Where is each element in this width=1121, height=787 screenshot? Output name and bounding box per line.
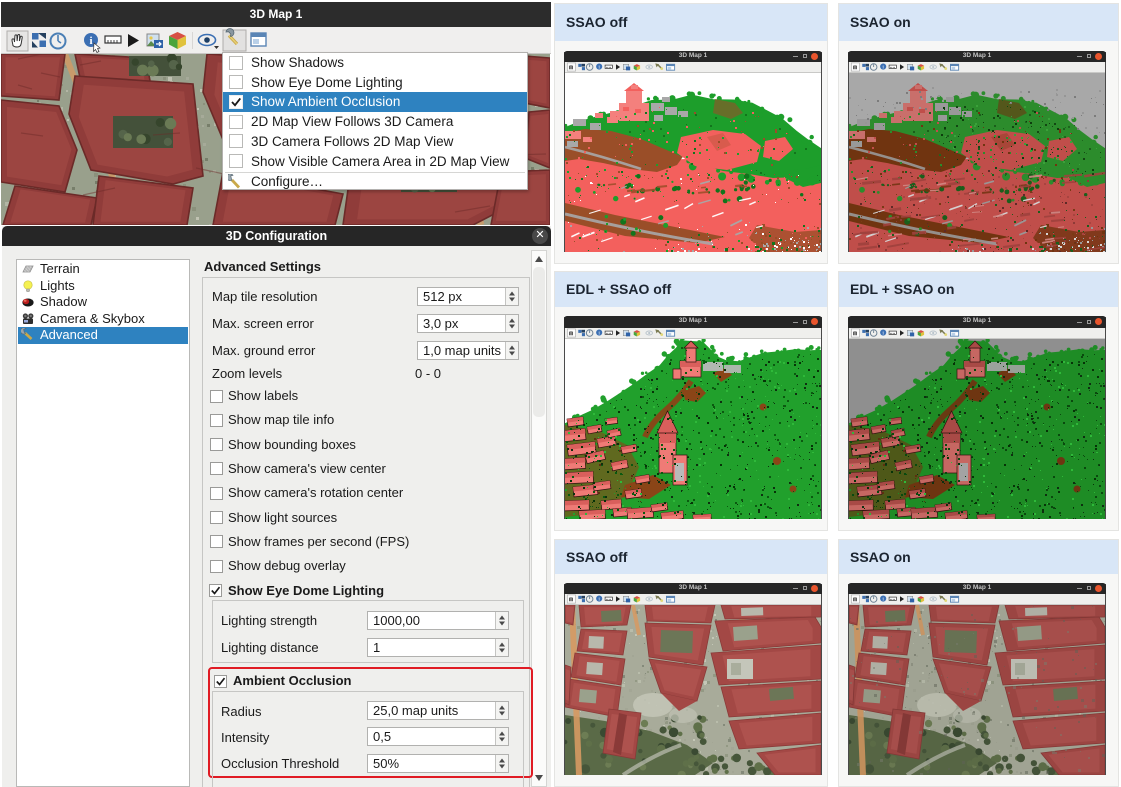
svg-text:i: i <box>89 35 92 47</box>
